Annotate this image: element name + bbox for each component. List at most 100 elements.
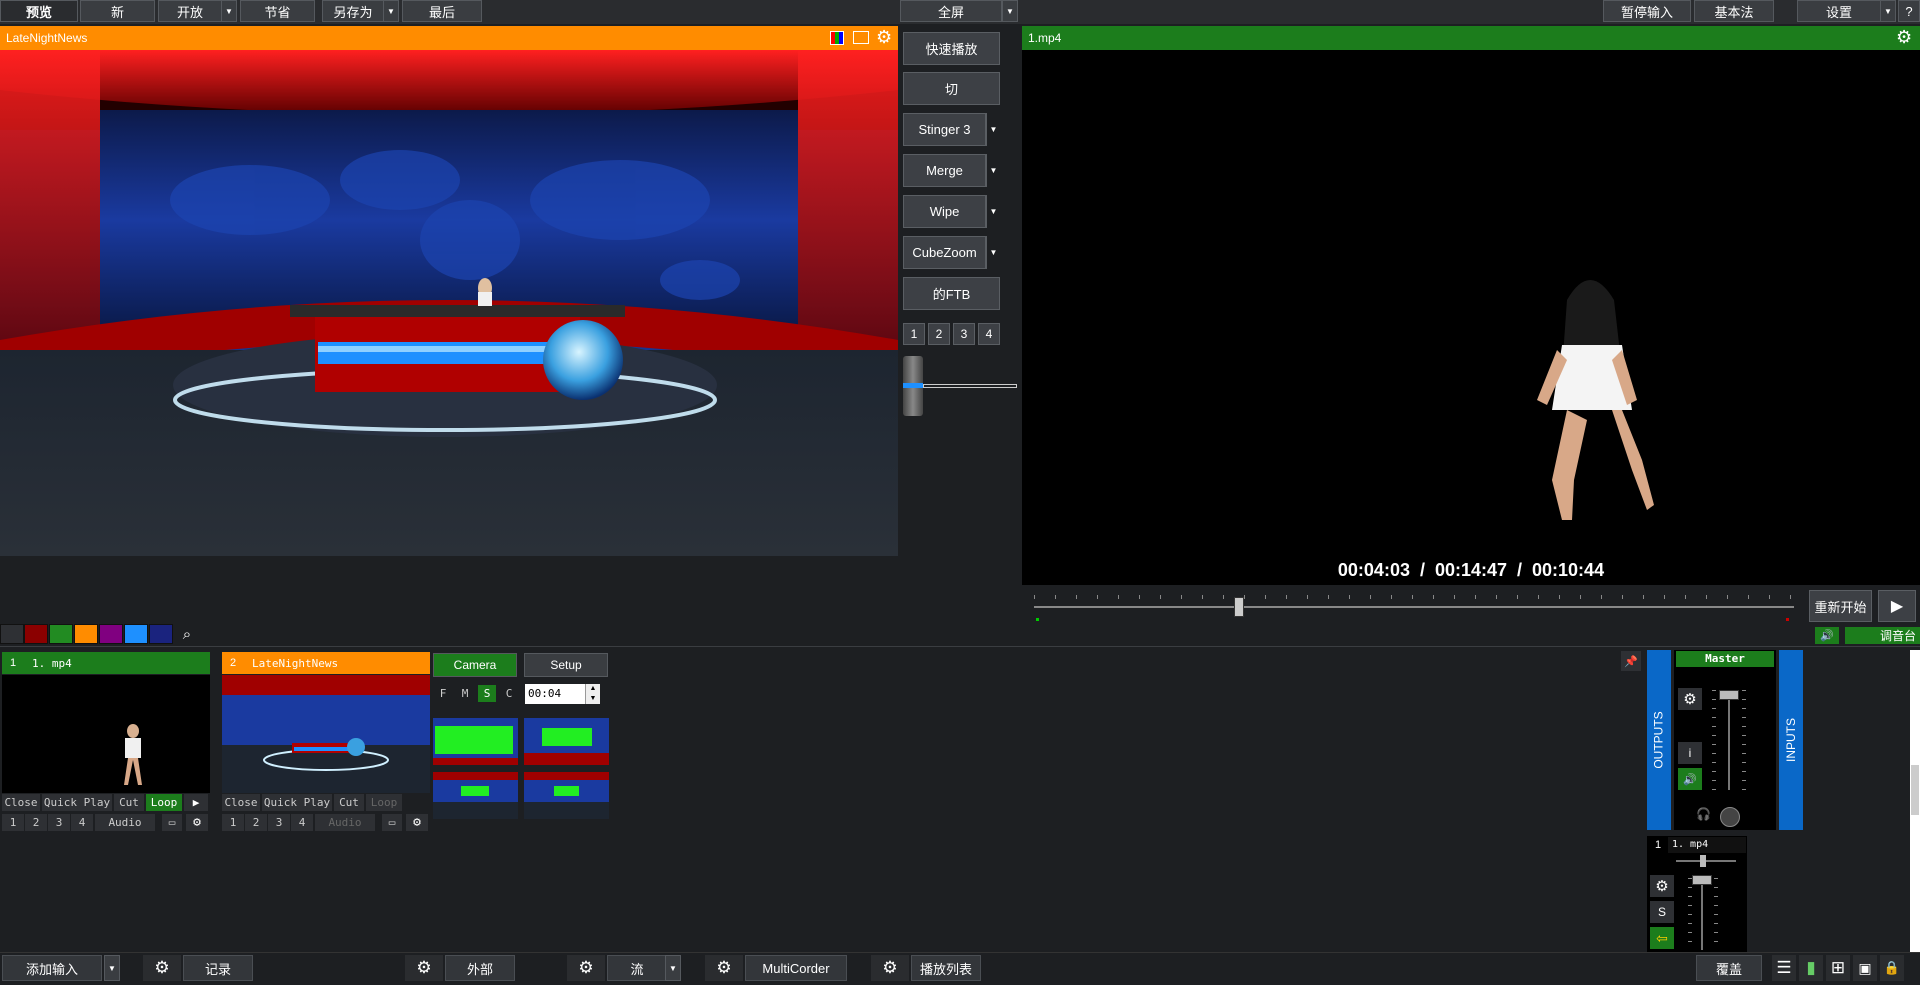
- open-button[interactable]: 开放: [158, 0, 222, 22]
- external-button[interactable]: 外部: [445, 955, 515, 981]
- input-1-cut-button[interactable]: Cut: [114, 794, 144, 811]
- input-2-monitor-icon[interactable]: ▭: [382, 814, 402, 831]
- cut-button[interactable]: 切: [903, 72, 1000, 105]
- save-as-dropdown-icon[interactable]: ▼: [383, 0, 399, 22]
- input-2-header[interactable]: 2 LateNightNews: [222, 652, 430, 674]
- snapshot-icon[interactable]: ▣: [1853, 955, 1877, 981]
- input-2-overlay-2[interactable]: 2: [245, 814, 267, 831]
- input-2-quick-play-button[interactable]: Quick Play: [262, 794, 332, 811]
- camera-preset-1[interactable]: [433, 718, 518, 765]
- color-swatch-red[interactable]: [24, 624, 48, 644]
- pin-icon[interactable]: 📌: [1621, 651, 1641, 671]
- transition-2-button[interactable]: 2: [928, 323, 950, 345]
- input-1-overlay-1[interactable]: 1: [2, 814, 24, 831]
- mixer-scrollbar-thumb[interactable]: [1911, 765, 1919, 815]
- channel-1-balance[interactable]: [1676, 860, 1736, 862]
- duration-input[interactable]: 00:04: [525, 684, 585, 704]
- layout-icon[interactable]: [853, 31, 869, 44]
- input-2-overlay-1[interactable]: 1: [222, 814, 244, 831]
- mode-f-button[interactable]: F: [434, 685, 452, 702]
- input-1-audio-button[interactable]: Audio: [95, 814, 155, 831]
- play-icon[interactable]: ▶: [1878, 590, 1916, 622]
- seek-handle[interactable]: [1234, 597, 1245, 617]
- stream-gear-icon[interactable]: ⚙: [567, 955, 605, 981]
- input-2-overlay-4[interactable]: 4: [291, 814, 313, 831]
- input-1-header[interactable]: 1 1. mp4: [2, 652, 210, 674]
- headphones-icon[interactable]: 🎧: [1696, 807, 1714, 823]
- input-1-overlay-4[interactable]: 4: [71, 814, 93, 831]
- channel-1-balance-knob[interactable]: [1700, 855, 1706, 867]
- seek-track[interactable]: [1034, 606, 1794, 608]
- color-swatch-none[interactable]: [0, 624, 24, 644]
- playlist-button[interactable]: 播放列表: [911, 955, 981, 981]
- master-info-button[interactable]: i: [1678, 742, 1702, 764]
- input-2-overlay-3[interactable]: 3: [268, 814, 290, 831]
- ftb-button[interactable]: 的FTB: [903, 277, 1000, 310]
- input-2-loop-button[interactable]: Loop: [366, 794, 402, 811]
- input-2-audio-button[interactable]: Audio: [315, 814, 375, 831]
- open-dropdown-icon[interactable]: ▼: [221, 0, 237, 22]
- master-fader[interactable]: [1719, 690, 1739, 700]
- color-swatch-blue[interactable]: [124, 624, 148, 644]
- master-volume-knob[interactable]: [1720, 807, 1740, 827]
- help-button[interactable]: ?: [1898, 0, 1920, 22]
- cubezoom-button[interactable]: CubeZoom: [903, 236, 986, 269]
- external-gear-icon[interactable]: ⚙: [405, 955, 443, 981]
- camera-preset-2[interactable]: [524, 718, 609, 765]
- merge-dropdown-icon[interactable]: ▼: [986, 154, 1000, 187]
- preview-button[interactable]: 预览: [0, 0, 78, 22]
- inputs-tab[interactable]: INPUTS: [1779, 650, 1803, 830]
- transition-3-button[interactable]: 3: [953, 323, 975, 345]
- duration-stepper[interactable]: ▲ ▼: [585, 684, 600, 704]
- input-1-overlay-2[interactable]: 2: [25, 814, 47, 831]
- input-2-thumbnail[interactable]: [222, 675, 430, 793]
- input-1-monitor-icon[interactable]: ▭: [162, 814, 182, 831]
- wipe-dropdown-icon[interactable]: ▼: [986, 195, 1000, 228]
- multiview-icon[interactable]: ⊞: [1826, 955, 1850, 981]
- channel-1-solo-button[interactable]: S: [1650, 901, 1674, 923]
- master-gear-icon[interactable]: ⚙: [1678, 688, 1702, 710]
- cubezoom-dropdown-icon[interactable]: ▼: [986, 236, 1000, 269]
- color-swatch-orange[interactable]: [74, 624, 98, 644]
- output-video[interactable]: [1022, 50, 1920, 585]
- last-button[interactable]: 最后: [402, 0, 482, 22]
- basic-button[interactable]: 基本法: [1694, 0, 1774, 22]
- stinger-dropdown-icon[interactable]: ▼: [986, 113, 1000, 146]
- speaker-icon[interactable]: 🔊: [1815, 627, 1839, 644]
- channel-1-gear-icon[interactable]: ⚙: [1650, 875, 1674, 897]
- multicorder-gear-icon[interactable]: ⚙: [705, 955, 743, 981]
- colour-icon[interactable]: [830, 31, 844, 45]
- channel-1-fader[interactable]: [1692, 875, 1712, 885]
- channel-1-route-icon[interactable]: ⇦: [1650, 927, 1674, 949]
- input-1-thumbnail[interactable]: [2, 675, 210, 793]
- stream-button[interactable]: 流: [607, 955, 667, 981]
- input-1-play-icon[interactable]: ▶: [184, 794, 208, 811]
- stats-icon[interactable]: ▮: [1799, 955, 1823, 981]
- mode-s-button[interactable]: S: [478, 685, 496, 702]
- search-icon[interactable]: ⌕: [176, 624, 198, 644]
- mode-c-button[interactable]: C: [500, 685, 518, 702]
- merge-button[interactable]: Merge: [903, 154, 986, 187]
- input-1-quick-play-button[interactable]: Quick Play: [42, 794, 112, 811]
- restart-button[interactable]: 重新开始: [1809, 590, 1872, 622]
- fullscreen-button[interactable]: 全屏: [900, 0, 1002, 22]
- settings-dropdown-icon[interactable]: ▼: [1880, 0, 1896, 22]
- stinger-button[interactable]: Stinger 3: [903, 113, 986, 146]
- save-button[interactable]: 节省: [240, 0, 315, 22]
- pause-input-button[interactable]: 暂停输入: [1603, 0, 1691, 22]
- mixer-label[interactable]: 调音台: [1845, 627, 1920, 644]
- input-1-close-button[interactable]: Close: [2, 794, 40, 811]
- lock-icon[interactable]: 🔒: [1880, 955, 1904, 981]
- tab-camera[interactable]: Camera: [433, 653, 517, 677]
- add-input-dropdown-icon[interactable]: ▼: [104, 955, 120, 981]
- transition-1-button[interactable]: 1: [903, 323, 925, 345]
- list-view-icon[interactable]: ☰: [1772, 955, 1796, 981]
- camera-preset-3[interactable]: [433, 772, 518, 819]
- fullscreen-dropdown-icon[interactable]: ▼: [1002, 0, 1018, 22]
- input-2-cut-button[interactable]: Cut: [334, 794, 364, 811]
- settings-button[interactable]: 设置: [1797, 0, 1881, 22]
- input-2-close-button[interactable]: Close: [222, 794, 260, 811]
- color-swatch-purple[interactable]: [99, 624, 123, 644]
- multicorder-button[interactable]: MultiCorder: [745, 955, 847, 981]
- record-gear-icon[interactable]: ⚙: [143, 955, 181, 981]
